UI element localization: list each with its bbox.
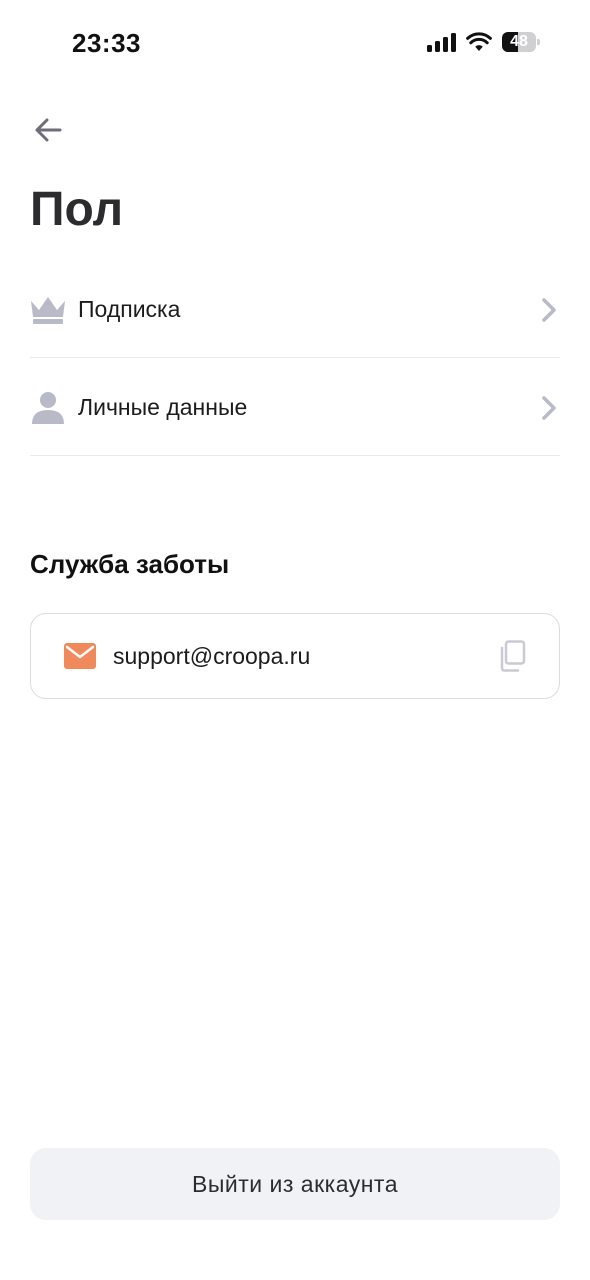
status-time: 23:33 (72, 28, 141, 58)
chevron-right-icon (538, 393, 560, 423)
signal-icon (427, 32, 456, 52)
menu-item-label: Подписка (78, 296, 181, 322)
status-bar: 23:33 48 (0, 0, 590, 88)
menu-item-label: Личные данные (78, 394, 248, 420)
copy-icon (500, 640, 526, 672)
support-section-title: Служба заботы (30, 549, 230, 579)
logout-button[interactable]: Выйти из аккаунта (30, 1148, 560, 1220)
back-button[interactable] (28, 110, 68, 150)
support-card: support@croopa.ru (30, 613, 560, 699)
person-icon (30, 390, 66, 426)
battery-level: 48 (510, 33, 528, 50)
crown-icon (30, 292, 66, 328)
status-icons: 48 (427, 32, 540, 52)
chevron-right-icon (538, 295, 560, 325)
copy-email-button[interactable] (497, 639, 527, 673)
wifi-icon (466, 32, 492, 51)
arrow-left-icon (35, 118, 62, 142)
battery-icon: 48 (502, 32, 540, 52)
page-title: Пол (30, 183, 124, 236)
menu-item-subscription[interactable]: Подписка (30, 262, 560, 358)
menu-item-personal-data[interactable]: Личные данные (30, 360, 560, 456)
mail-icon (63, 642, 97, 670)
support-email[interactable]: support@croopa.ru (113, 643, 497, 670)
